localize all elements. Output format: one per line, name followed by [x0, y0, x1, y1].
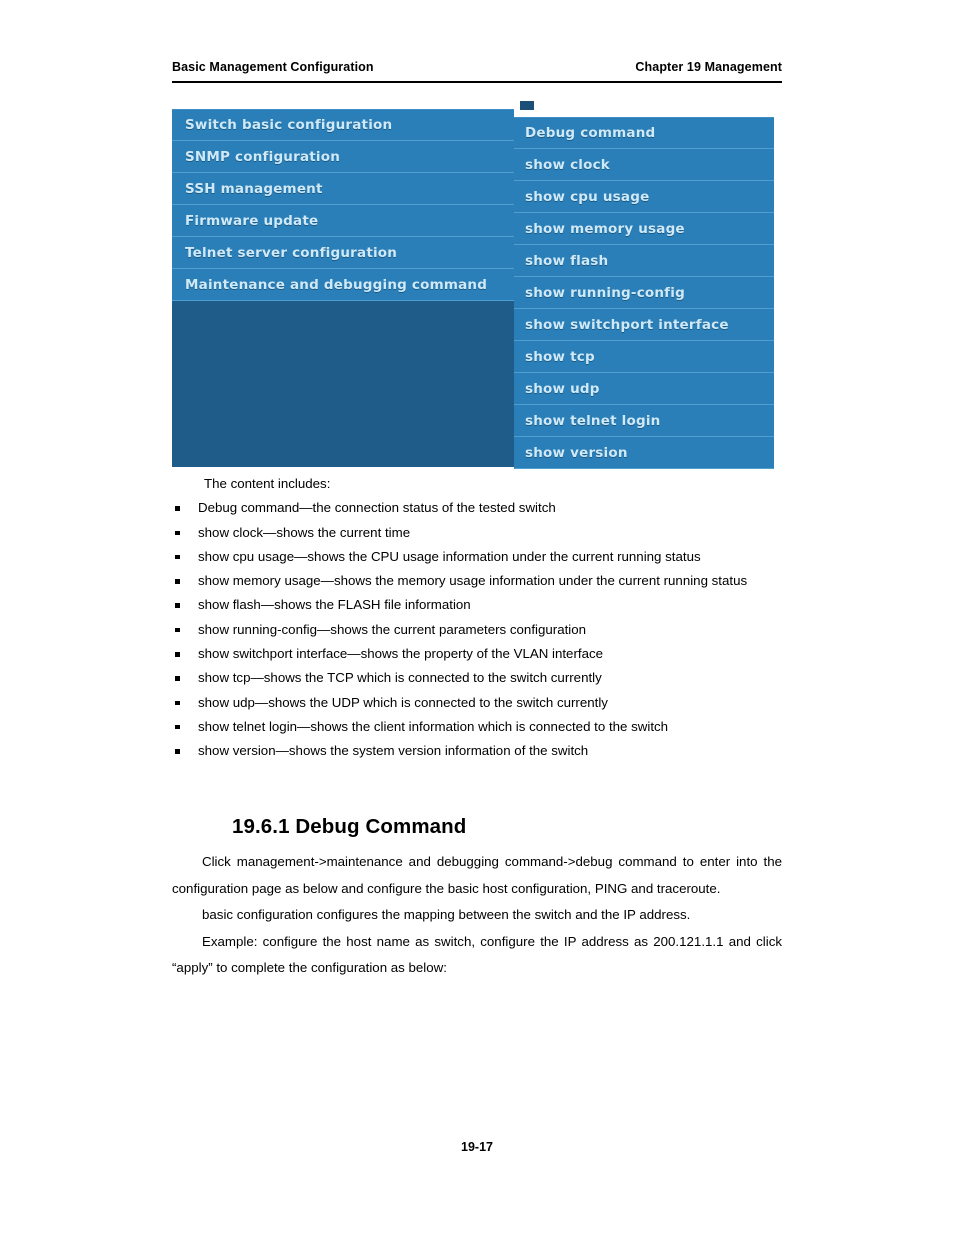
- content-bullet-item: show clock—shows the current time: [172, 521, 782, 545]
- content-bullet-item: show telnet login—shows the client infor…: [172, 715, 782, 739]
- panel-notch-marker: [520, 101, 534, 110]
- page-number: 19-17: [461, 1140, 493, 1154]
- content-bullet-item: show memory usage—shows the memory usage…: [172, 569, 782, 593]
- left-menu-item-4[interactable]: Firmware update: [172, 205, 514, 237]
- content-bullet-item: show udp—shows the UDP which is connecte…: [172, 691, 782, 715]
- right-submenu-item-9[interactable]: show udp: [514, 373, 774, 405]
- left-menu-item-6[interactable]: Maintenance and debugging command: [172, 269, 514, 301]
- right-submenu-item-4[interactable]: show memory usage: [514, 213, 774, 245]
- right-submenu-item-label: show tcp: [525, 348, 595, 365]
- content-bullet-item: show cpu usage—shows the CPU usage infor…: [172, 545, 782, 569]
- section-paragraph: basic configuration configures the mappi…: [202, 907, 691, 922]
- right-submenu-item-label: show memory usage: [525, 220, 685, 237]
- content-bullet-item: show running-config—shows the current pa…: [172, 618, 782, 642]
- running-header: Basic Management Configuration Chapter 1…: [172, 60, 782, 74]
- content-bullet-list: Debug command—the connection status of t…: [172, 496, 782, 763]
- right-submenu-item-label: show version: [525, 444, 628, 461]
- left-menu-item-1[interactable]: Switch basic configuration: [172, 109, 514, 141]
- section-paragraph: Example: configure the host name as swit…: [172, 933, 782, 976]
- right-submenu-item-label: Debug command: [525, 125, 656, 141]
- right-submenu-item-label: show clock: [525, 156, 610, 173]
- content-list: The content includes: Debug command—the …: [172, 472, 782, 764]
- page-footer: 19-17: [0, 1140, 954, 1154]
- right-submenu-item-8[interactable]: show tcp: [514, 341, 774, 373]
- header-divider: [172, 81, 782, 83]
- content-bullet-item: show version—shows the system version in…: [172, 739, 782, 763]
- left-menu-rows: Switch basic configuration SNMP configura…: [172, 109, 514, 301]
- web-management-menu-figure: Switch basic configuration SNMP configura…: [172, 101, 774, 469]
- content-bullet-item: Debug command—the connection status of t…: [172, 496, 782, 520]
- section-heading: 19.6.1 Debug Command: [232, 815, 467, 838]
- section-paragraphs: Click management->maintenance and debugg…: [172, 849, 782, 982]
- content-bullet-item: show switchport interface—shows the prop…: [172, 642, 782, 666]
- right-submenu-item-11[interactable]: show version: [514, 437, 774, 469]
- right-submenu-item-label: show switchport interface: [525, 316, 729, 333]
- header-right-title: Chapter 19 Management: [635, 60, 782, 74]
- right-submenu-item-6[interactable]: show running-config: [514, 277, 774, 309]
- left-menu-item-label: Firmware update: [185, 212, 319, 229]
- right-submenu-item-label: show running-config: [525, 284, 685, 301]
- left-menu-item-label: Switch basic configuration: [185, 117, 393, 133]
- header-left-title: Basic Management Configuration: [172, 60, 374, 74]
- left-menu-item-label: SSH management: [185, 180, 323, 197]
- right-submenu-panel: Debug command show clock show cpu usage sho…: [514, 117, 774, 469]
- right-submenu-rows: Debug command show clock show cpu usage sho…: [514, 117, 774, 469]
- section-paragraph: Click management->maintenance and debugg…: [172, 854, 782, 896]
- right-submenu-item-10[interactable]: show telnet login: [514, 405, 774, 437]
- left-menu-item-5[interactable]: Telnet server configuration: [172, 237, 514, 269]
- content-bullet-item: show tcp—shows the TCP which is connecte…: [172, 666, 782, 690]
- right-submenu-item-label: show udp: [525, 380, 600, 397]
- left-menu-panel: Switch basic configuration SNMP configura…: [172, 109, 514, 467]
- right-submenu-item-2[interactable]: show clock: [514, 149, 774, 181]
- document-page: Basic Management Configuration Chapter 1…: [0, 0, 954, 1235]
- right-submenu-item-label: show flash: [525, 252, 609, 269]
- left-menu-item-label: Telnet server configuration: [185, 244, 398, 261]
- left-menu-item-3[interactable]: SSH management: [172, 173, 514, 205]
- left-menu-item-label: Maintenance and debugging command: [185, 276, 488, 293]
- right-submenu-item-7[interactable]: show switchport interface: [514, 309, 774, 341]
- right-submenu-item-label: show telnet login: [525, 412, 661, 429]
- right-submenu-item-1[interactable]: Debug command: [514, 117, 774, 149]
- content-bullet-item: show flash—shows the FLASH file informat…: [172, 593, 782, 617]
- right-submenu-item-3[interactable]: show cpu usage: [514, 181, 774, 213]
- left-menu-item-label: SNMP configuration: [185, 148, 341, 165]
- left-menu-item-2[interactable]: SNMP configuration: [172, 141, 514, 173]
- content-lead-in: The content includes:: [204, 476, 331, 491]
- right-submenu-item-label: show cpu usage: [525, 188, 650, 205]
- right-submenu-item-5[interactable]: show flash: [514, 245, 774, 277]
